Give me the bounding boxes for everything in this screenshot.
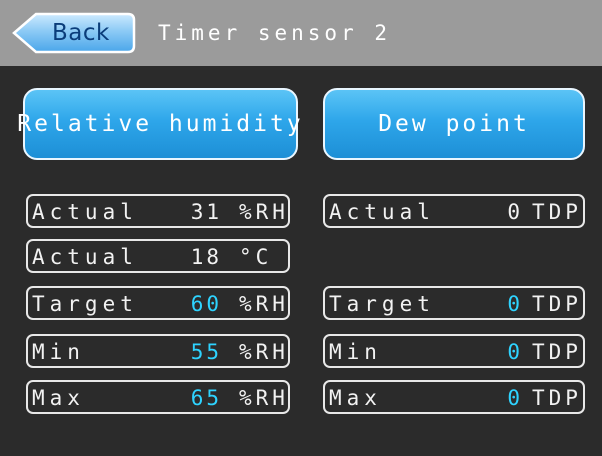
rh-actual-unit: %RH: [239, 200, 289, 224]
page-title: Timer sensor 2: [158, 21, 392, 45]
dp-min-field[interactable]: Min 0 TDP: [323, 334, 585, 368]
rh-target-field[interactable]: Target 60 %RH: [26, 286, 290, 320]
rh-actual-label: Actual: [32, 200, 138, 224]
temp-actual-unit: °C: [239, 245, 273, 269]
dp-target-value[interactable]: 0: [463, 291, 523, 317]
rh-max-label: Max: [32, 386, 85, 410]
dp-max-field[interactable]: Max 0 TDP: [323, 380, 585, 414]
rh-max-field[interactable]: Max 65 %RH: [26, 380, 290, 414]
temp-actual-field: Actual 18 °C: [26, 239, 290, 273]
rh-min-unit: %RH: [239, 340, 289, 364]
rh-min-value[interactable]: 55: [162, 339, 222, 365]
dp-target-unit: TDP: [532, 292, 582, 316]
header-bar: Back Timer sensor 2: [0, 0, 602, 66]
back-label: Back: [52, 20, 110, 46]
rh-max-unit: %RH: [239, 386, 289, 410]
dp-actual-value: 0: [507, 200, 523, 224]
rh-actual-value: 31: [190, 200, 222, 224]
dp-min-unit: TDP: [532, 340, 582, 364]
rh-actual-field: Actual 31 %RH: [26, 194, 290, 228]
temp-actual-value: 18: [190, 245, 222, 269]
dp-actual-unit: TDP: [532, 200, 582, 224]
temp-actual-label: Actual: [32, 245, 138, 269]
dp-max-unit: TDP: [532, 386, 582, 410]
dp-max-label: Max: [329, 386, 382, 410]
dp-target-field[interactable]: Target 0 TDP: [323, 286, 585, 320]
rh-target-unit: %RH: [239, 292, 289, 316]
rh-min-label: Min: [32, 340, 85, 364]
dp-min-value[interactable]: 0: [463, 339, 523, 365]
relative-humidity-button[interactable]: Relative humidity: [17, 88, 301, 160]
dp-min-label: Min: [329, 340, 382, 364]
dp-actual-label: Actual: [329, 200, 435, 224]
dp-max-value[interactable]: 0: [463, 385, 523, 411]
rh-target-value[interactable]: 60: [162, 291, 222, 317]
rh-min-field[interactable]: Min 55 %RH: [26, 334, 290, 368]
dp-actual-field: Actual 0 TDP: [323, 194, 585, 228]
dew-point-button[interactable]: Dew point: [323, 88, 585, 160]
back-button[interactable]: Back: [12, 12, 136, 54]
rh-max-value[interactable]: 65: [162, 385, 222, 411]
dp-target-label: Target: [329, 292, 435, 316]
rh-target-label: Target: [32, 292, 138, 316]
